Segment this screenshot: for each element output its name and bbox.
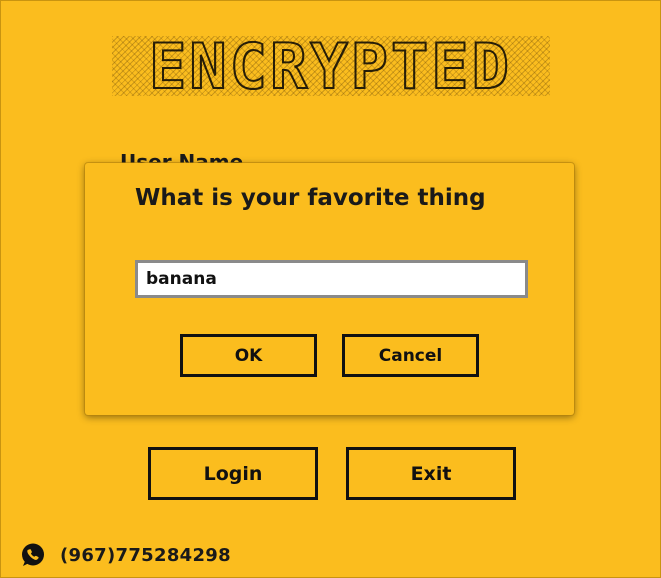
exit-button[interactable]: Exit bbox=[346, 447, 516, 500]
contact-info: (967)775284298 bbox=[20, 540, 231, 570]
app-logo: ENCRYPTED bbox=[0, 28, 661, 106]
favorite-thing-input[interactable] bbox=[135, 260, 528, 298]
input-dialog: What is your favorite thing OK Cancel bbox=[85, 163, 574, 415]
ok-button[interactable]: OK bbox=[180, 334, 317, 377]
dialog-title: What is your favorite thing bbox=[135, 185, 486, 211]
whatsapp-icon bbox=[20, 542, 46, 568]
cancel-button[interactable]: Cancel bbox=[342, 334, 479, 377]
login-button[interactable]: Login bbox=[148, 447, 318, 500]
phone-number: (967)775284298 bbox=[60, 544, 231, 566]
